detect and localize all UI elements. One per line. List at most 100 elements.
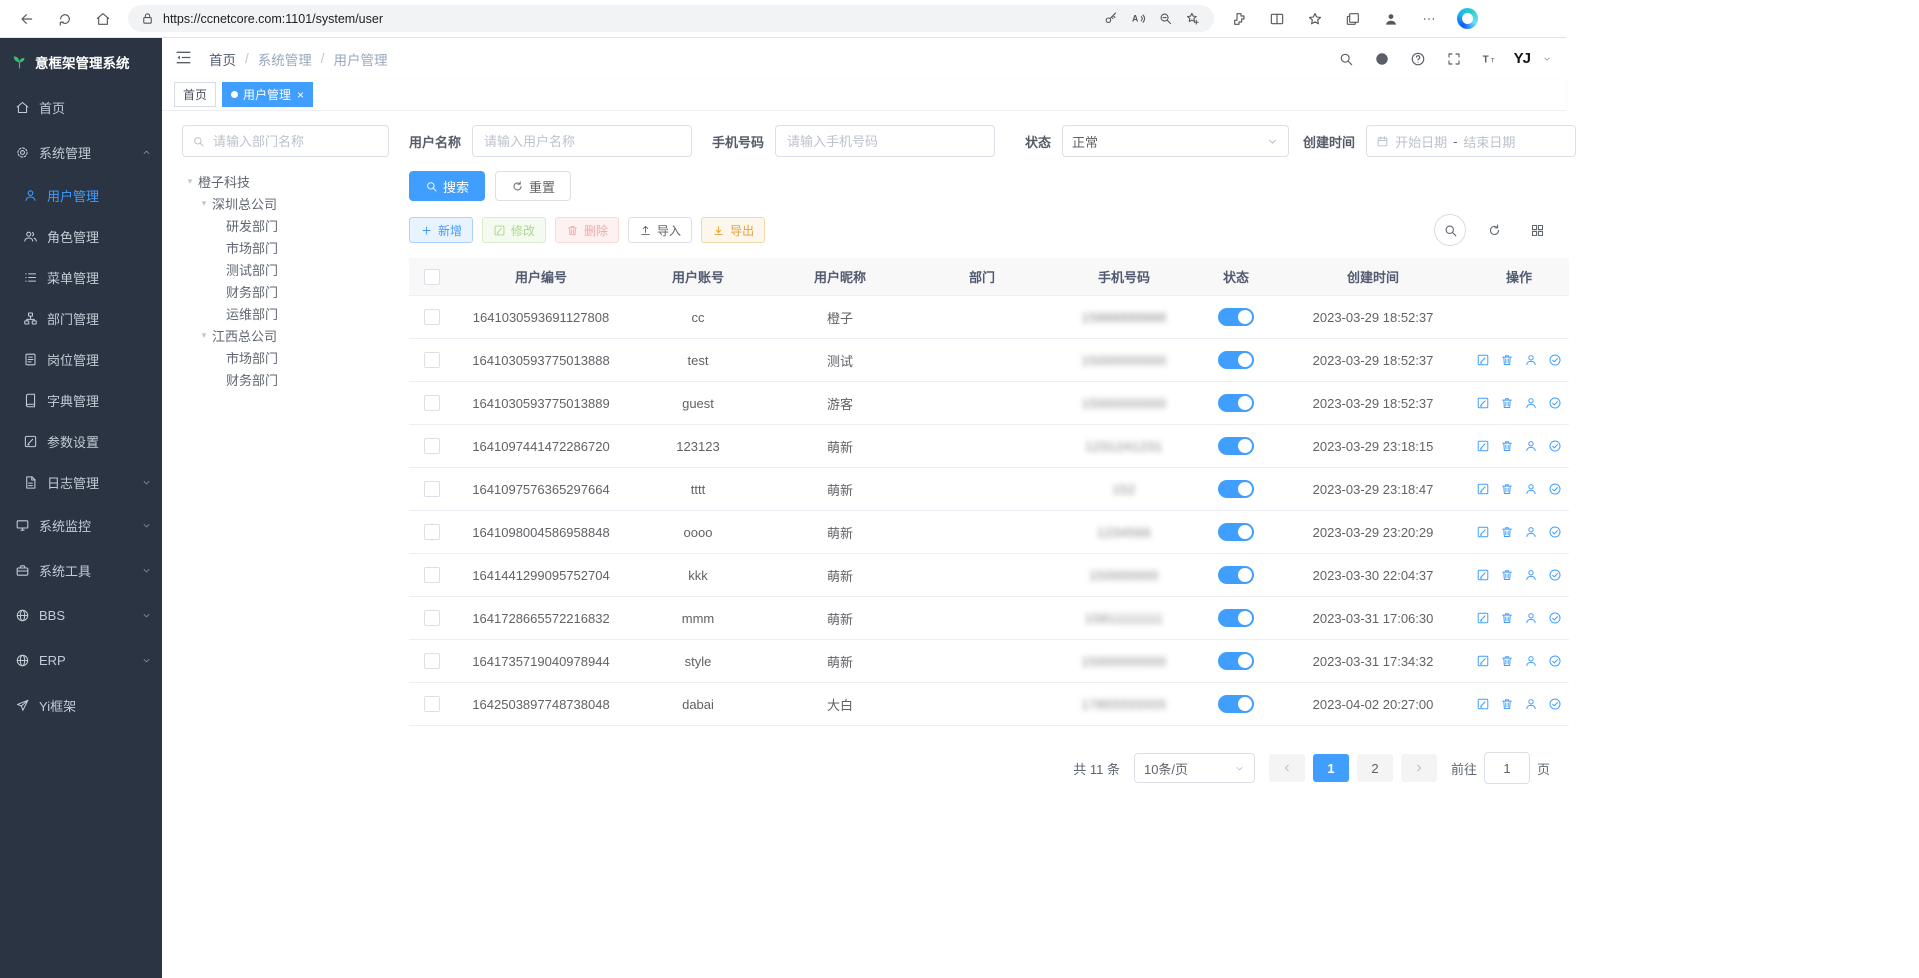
goto-page-input[interactable] xyxy=(1484,752,1530,784)
url-text[interactable]: https://ccnetcore.com:1101/system/user xyxy=(163,12,1098,26)
row-edit-icon[interactable] xyxy=(1476,439,1491,454)
tab-item[interactable]: 首页 xyxy=(174,82,216,107)
tree-caret-icon[interactable]: ▾ xyxy=(182,176,198,187)
tree-node[interactable]: 运维部门 xyxy=(182,302,389,324)
sidebar-item[interactable]: 首页 xyxy=(0,85,162,130)
sidebar-item[interactable]: 角色管理 xyxy=(0,216,162,257)
profile-avatar-icon[interactable] xyxy=(1374,5,1408,33)
row-delete-icon[interactable] xyxy=(1500,439,1515,454)
status-toggle[interactable] xyxy=(1218,437,1254,455)
sidebar-item[interactable]: 系统监控 xyxy=(0,503,162,548)
header-search-icon[interactable] xyxy=(1334,47,1358,71)
sidebar-item[interactable]: 系统工具 xyxy=(0,548,162,593)
prev-page-button[interactable] xyxy=(1269,754,1305,782)
sidebar-item[interactable]: 菜单管理 xyxy=(0,257,162,298)
tree-node[interactable]: ▾江西总公司 xyxy=(182,324,389,346)
row-checkbox[interactable] xyxy=(424,481,440,497)
select-all-checkbox[interactable] xyxy=(424,269,440,285)
export-button[interactable]: 导出 xyxy=(701,217,765,243)
row-reset-password-icon[interactable] xyxy=(1524,654,1539,669)
sidebar-item[interactable]: 日志管理 xyxy=(0,462,162,503)
row-checkbox[interactable] xyxy=(424,696,440,712)
row-assign-role-icon[interactable] xyxy=(1548,482,1563,497)
row-edit-icon[interactable] xyxy=(1476,697,1491,712)
tree-caret-icon[interactable]: ▾ xyxy=(196,198,212,209)
tree-node[interactable]: ▾橙子科技 xyxy=(182,170,389,192)
sidebar-item[interactable]: 岗位管理 xyxy=(0,339,162,380)
row-edit-icon[interactable] xyxy=(1476,353,1491,368)
row-assign-role-icon[interactable] xyxy=(1548,525,1563,540)
fullscreen-icon[interactable] xyxy=(1442,47,1466,71)
zoom-out-icon[interactable] xyxy=(1152,7,1179,31)
import-button[interactable]: 导入 xyxy=(628,217,692,243)
back-icon[interactable] xyxy=(10,5,44,33)
tab-active[interactable]: 用户管理× xyxy=(222,82,313,107)
row-assign-role-icon[interactable] xyxy=(1548,697,1563,712)
row-delete-icon[interactable] xyxy=(1500,482,1515,497)
delete-button[interactable]: 删除 xyxy=(555,217,619,243)
column-settings-icon[interactable] xyxy=(1522,215,1552,245)
status-toggle[interactable] xyxy=(1218,480,1254,498)
row-delete-icon[interactable] xyxy=(1500,568,1515,583)
row-reset-password-icon[interactable] xyxy=(1524,611,1539,626)
row-checkbox[interactable] xyxy=(424,524,440,540)
row-reset-password-icon[interactable] xyxy=(1524,353,1539,368)
row-delete-icon[interactable] xyxy=(1500,396,1515,411)
status-toggle[interactable] xyxy=(1218,308,1254,326)
github-icon[interactable] xyxy=(1370,47,1394,71)
favorites-add-icon[interactable] xyxy=(1179,7,1206,31)
row-delete-icon[interactable] xyxy=(1500,353,1515,368)
row-delete-icon[interactable] xyxy=(1500,611,1515,626)
row-reset-password-icon[interactable] xyxy=(1524,396,1539,411)
sidebar-fold-icon[interactable] xyxy=(174,48,196,70)
row-reset-password-icon[interactable] xyxy=(1524,439,1539,454)
row-checkbox[interactable] xyxy=(424,610,440,626)
tree-node[interactable]: 研发部门 xyxy=(182,214,389,236)
next-page-button[interactable] xyxy=(1401,754,1437,782)
row-edit-icon[interactable] xyxy=(1476,568,1491,583)
row-reset-password-icon[interactable] xyxy=(1524,568,1539,583)
row-assign-role-icon[interactable] xyxy=(1548,439,1563,454)
username-input[interactable] xyxy=(482,133,682,150)
row-checkbox[interactable] xyxy=(424,352,440,368)
search-button[interactable]: 搜索 xyxy=(409,171,485,201)
date-range-picker[interactable]: 开始日期 - 结束日期 xyxy=(1366,125,1576,157)
status-toggle[interactable] xyxy=(1218,566,1254,584)
key-icon[interactable] xyxy=(1098,7,1125,31)
edit-button[interactable]: 修改 xyxy=(482,217,546,243)
row-checkbox[interactable] xyxy=(424,438,440,454)
address-bar[interactable]: https://ccnetcore.com:1101/system/user A xyxy=(128,5,1214,32)
status-toggle[interactable] xyxy=(1218,394,1254,412)
row-checkbox[interactable] xyxy=(424,567,440,583)
row-reset-password-icon[interactable] xyxy=(1524,525,1539,540)
sidebar-item[interactable]: 用户管理 xyxy=(0,175,162,216)
breadcrumb-item[interactable]: 系统管理 xyxy=(258,49,312,69)
page-button[interactable]: 2 xyxy=(1357,754,1393,782)
row-assign-role-icon[interactable] xyxy=(1548,568,1563,583)
split-screen-icon[interactable] xyxy=(1260,5,1294,33)
status-toggle[interactable] xyxy=(1218,652,1254,670)
row-checkbox[interactable] xyxy=(424,653,440,669)
dept-search-input[interactable] xyxy=(211,133,379,150)
breadcrumb-item[interactable]: 首页 xyxy=(209,49,236,69)
sidebar-item[interactable]: 部门管理 xyxy=(0,298,162,339)
favorites-icon[interactable] xyxy=(1298,5,1332,33)
status-select[interactable]: 正常 xyxy=(1062,125,1289,157)
add-button[interactable]: 新增 xyxy=(409,217,473,243)
tree-node[interactable]: 市场部门 xyxy=(182,346,389,368)
row-edit-icon[interactable] xyxy=(1476,525,1491,540)
tree-node[interactable]: 财务部门 xyxy=(182,280,389,302)
status-toggle[interactable] xyxy=(1218,609,1254,627)
row-assign-role-icon[interactable] xyxy=(1548,353,1563,368)
collections-icon[interactable] xyxy=(1336,5,1370,33)
row-assign-role-icon[interactable] xyxy=(1548,396,1563,411)
page-size-select[interactable]: 10条/页 xyxy=(1134,753,1255,783)
tree-node[interactable]: 财务部门 xyxy=(182,368,389,390)
sidebar-item[interactable]: 字典管理 xyxy=(0,380,162,421)
row-edit-icon[interactable] xyxy=(1476,482,1491,497)
sidebar-item[interactable]: 系统管理 xyxy=(0,130,162,175)
help-icon[interactable] xyxy=(1406,47,1430,71)
row-reset-password-icon[interactable] xyxy=(1524,482,1539,497)
sidebar-item[interactable]: 参数设置 xyxy=(0,421,162,462)
row-delete-icon[interactable] xyxy=(1500,654,1515,669)
